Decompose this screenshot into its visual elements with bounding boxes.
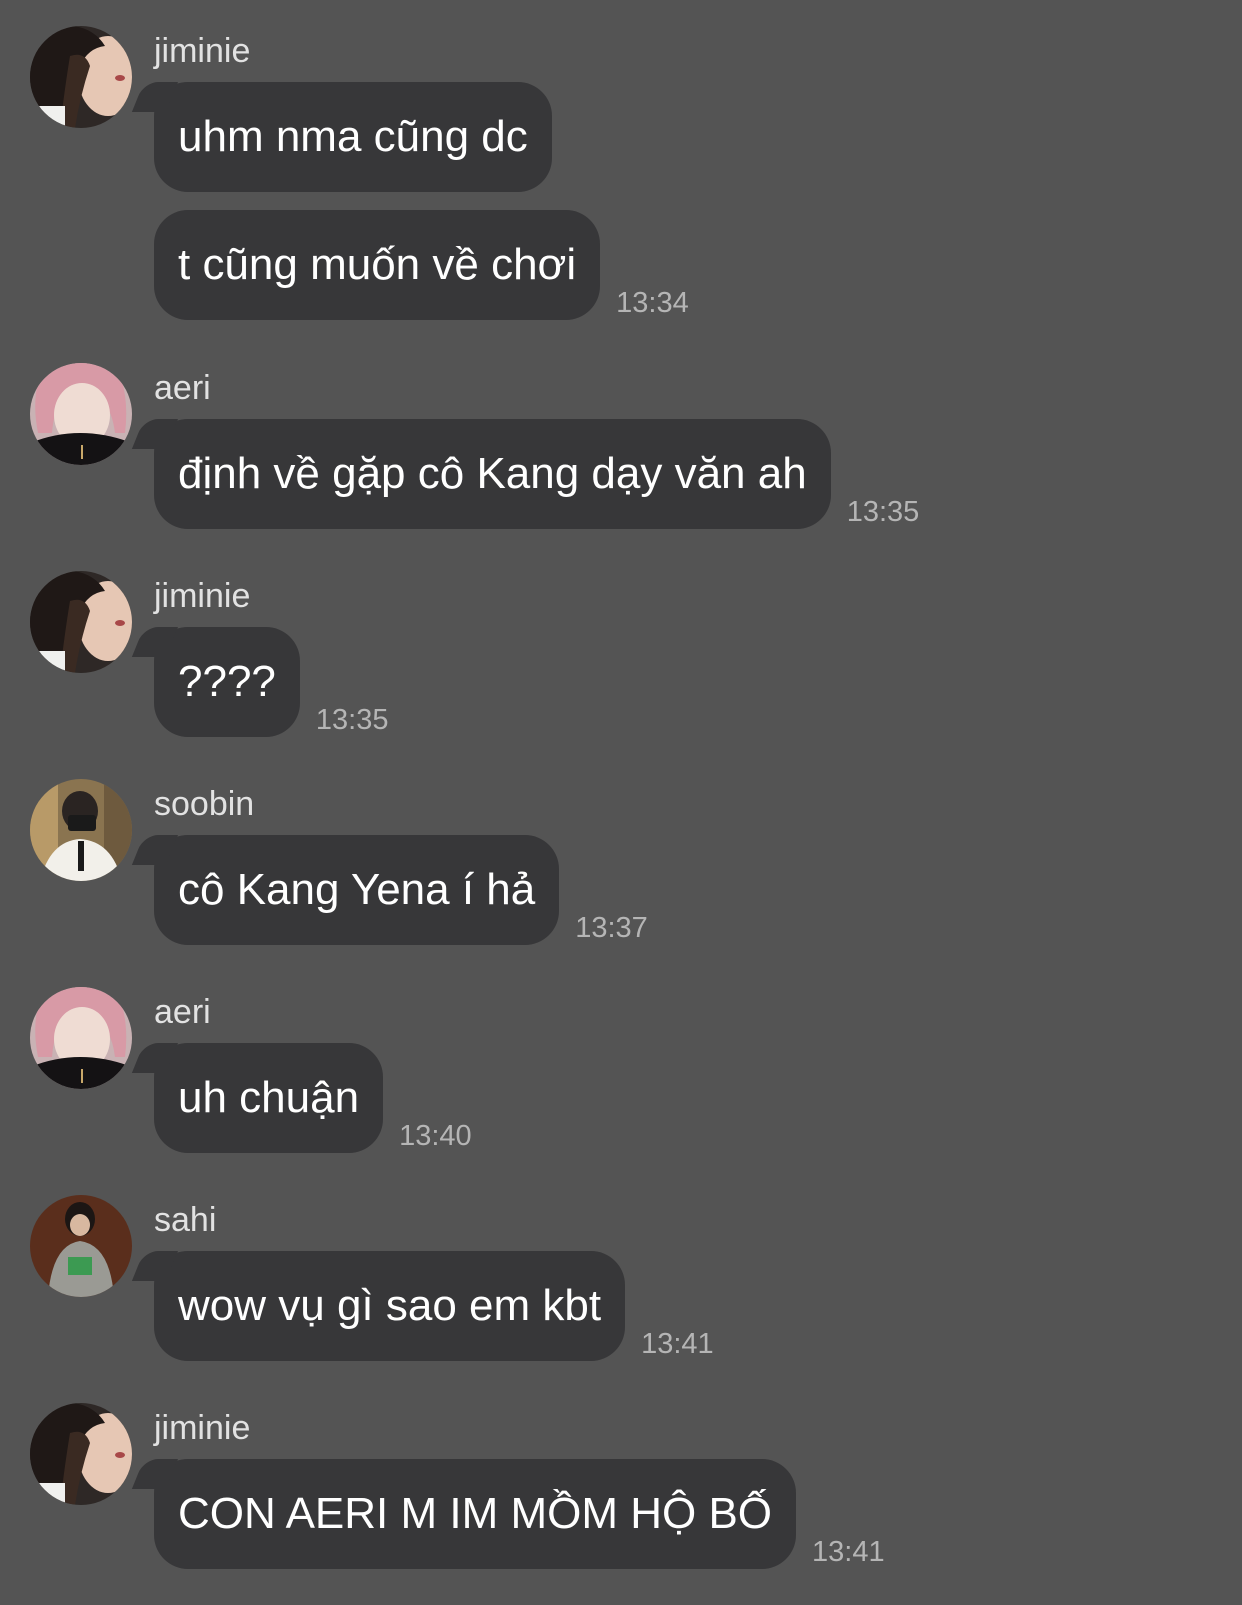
sender-name: aeri <box>154 369 211 407</box>
avatar[interactable] <box>30 1195 132 1297</box>
avatar[interactable] <box>30 779 132 881</box>
avatar[interactable] <box>30 363 132 465</box>
message-bubble[interactable]: ???? <box>154 627 300 737</box>
avatar[interactable] <box>30 1403 132 1505</box>
message-text: CON AERI M IM MỒM HỘ BỐ <box>178 1489 773 1538</box>
jiminie-avatar-image <box>30 26 132 128</box>
message-text: wow vụ gì sao em kbt <box>178 1281 602 1330</box>
message-row: uh chuận 13:40 <box>154 1043 472 1153</box>
message-timestamp: 13:41 <box>812 1536 885 1568</box>
message-row: ???? 13:35 <box>154 627 388 737</box>
sender-name: soobin <box>154 785 255 823</box>
message-bubble[interactable]: t cũng muốn về chơi <box>154 210 601 320</box>
message-bubble[interactable]: uhm nma cũng dc <box>154 82 552 192</box>
jiminie-avatar-image <box>30 571 132 673</box>
message-row: định về gặp cô Kang dạy văn ah 13:35 <box>154 419 919 529</box>
message-timestamp: 13:41 <box>641 1328 714 1360</box>
soobin-avatar-image <box>30 779 132 881</box>
message-timestamp: 13:40 <box>399 1120 472 1152</box>
message-text: uh chuận <box>178 1073 360 1122</box>
avatar[interactable] <box>30 987 132 1089</box>
message-row: t cũng muốn về chơi 13:34 <box>154 210 689 320</box>
message-row: uhm nma cũng dc <box>154 82 552 192</box>
message-bubble[interactable]: CON AERI M IM MỒM HỘ BỐ <box>154 1459 797 1569</box>
message-text: định về gặp cô Kang dạy văn ah <box>178 449 807 498</box>
message-timestamp: 13:35 <box>846 496 920 528</box>
sender-name: aeri <box>154 993 211 1031</box>
message-text: uhm nma cũng dc <box>178 112 528 161</box>
message-row: CON AERI M IM MỒM HỘ BỐ 13:41 <box>154 1459 885 1569</box>
jiminie-avatar-image <box>30 1403 132 1505</box>
message-row: cô Kang Yena í hả 13:37 <box>154 835 648 945</box>
message-text: ???? <box>178 657 276 706</box>
message-bubble[interactable]: cô Kang Yena í hả <box>154 835 560 945</box>
chat-thread[interactable]: jiminie uhm nma cũng dc t cũng muốn về c… <box>0 0 1242 1605</box>
aeri-avatar-image <box>30 363 132 465</box>
avatar[interactable] <box>30 571 132 673</box>
avatar[interactable] <box>30 26 132 128</box>
sahi-avatar-image <box>30 1195 132 1297</box>
message-bubble[interactable]: uh chuận <box>154 1043 384 1153</box>
message-row: wow vụ gì sao em kbt 13:41 <box>154 1251 714 1361</box>
message-text: t cũng muốn về chơi <box>178 240 577 289</box>
sender-name: sahi <box>154 1201 217 1239</box>
aeri-avatar-image <box>30 987 132 1089</box>
sender-name: jiminie <box>154 32 251 70</box>
message-timestamp: 13:34 <box>616 287 689 319</box>
message-bubble[interactable]: wow vụ gì sao em kbt <box>154 1251 626 1361</box>
message-timestamp: 13:35 <box>315 704 389 736</box>
message-bubble[interactable]: định về gặp cô Kang dạy văn ah <box>154 419 831 529</box>
message-text: cô Kang Yena í hả <box>178 865 536 914</box>
message-timestamp: 13:37 <box>575 912 648 944</box>
sender-name: jiminie <box>154 577 251 615</box>
sender-name: jiminie <box>154 1409 251 1447</box>
